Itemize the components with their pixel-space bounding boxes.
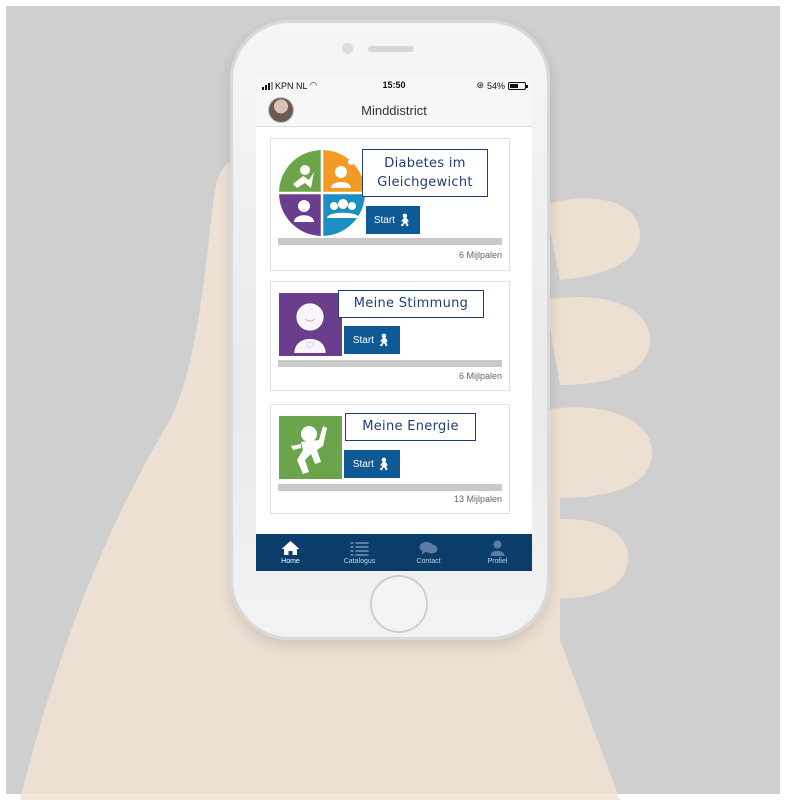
tab-catalogus[interactable]: Catalogus xyxy=(325,534,394,565)
list-icon xyxy=(350,542,369,556)
walking-person-icon: 🚶︎ xyxy=(396,213,413,227)
chat-icon xyxy=(419,542,438,555)
module-card-stimmung[interactable]: Meine Stimmung Start 🚶︎ 6 Mijlpalen xyxy=(270,281,510,391)
start-button[interactable]: Start 🚶︎ xyxy=(344,450,400,478)
user-icon xyxy=(490,540,505,556)
milestones-label: 6 Mijlpalen xyxy=(458,371,502,381)
diabetes-module-icon xyxy=(279,150,365,236)
start-label: Start xyxy=(352,334,374,346)
phone-screen: KPN NL ◠ 15:50 ⊛ 54% Minddistrict Diabet… xyxy=(256,76,532,571)
camera-icon xyxy=(342,43,353,54)
app-title: Minddistrict xyxy=(361,103,427,118)
module-title-line-2: Gleichgewicht xyxy=(377,175,473,190)
app-header: Minddistrict xyxy=(256,94,532,127)
speaker-grille xyxy=(368,46,414,52)
walking-person-icon: 🚶︎ xyxy=(375,333,392,347)
status-bar: KPN NL ◠ 15:50 ⊛ 54% xyxy=(256,76,532,94)
milestones-label: 6 Mijlpalen xyxy=(458,250,502,260)
mood-module-icon xyxy=(279,293,342,356)
start-label: Start xyxy=(373,214,395,226)
progress-bar xyxy=(278,360,502,367)
battery-percent: 54% xyxy=(486,80,505,91)
tab-label: Profiel xyxy=(487,558,508,565)
module-title-line-1: Diabetes im xyxy=(384,156,466,171)
bottom-tab-bar: Home Catalogus Contact Profiel xyxy=(256,534,532,571)
start-button[interactable]: Start 🚶︎ xyxy=(366,206,420,234)
tab-label: Catalogus xyxy=(343,558,376,565)
progress-bar xyxy=(278,484,502,491)
walking-person-icon: 🚶︎ xyxy=(375,457,392,471)
milestones-label: 13 Mijlpalen xyxy=(453,494,502,504)
status-right: ⊛ 54% xyxy=(476,80,528,91)
progress-bar xyxy=(278,238,502,245)
start-button[interactable]: Start 🚶︎ xyxy=(344,326,400,354)
tab-home[interactable]: Home xyxy=(256,534,325,565)
module-title: Meine Stimmung xyxy=(338,290,484,318)
module-card-energie[interactable]: Meine Energie Start 🚶︎ 13 Mijlpalen xyxy=(270,404,510,514)
module-card-diabetes[interactable]: Diabetes im Gleichgewicht Start 🚶︎ 6 Mij… xyxy=(270,138,510,271)
home-hardware-button[interactable] xyxy=(370,575,428,633)
orientation-lock-icon: ⊛ xyxy=(476,80,484,90)
module-title: Meine Energie xyxy=(345,413,476,441)
tab-label: Home xyxy=(281,558,300,565)
tab-profiel[interactable]: Profiel xyxy=(463,534,532,565)
battery-icon xyxy=(508,81,528,90)
home-icon xyxy=(281,541,300,555)
start-label: Start xyxy=(352,458,374,470)
tab-contact[interactable]: Contact xyxy=(394,534,463,565)
energy-module-icon xyxy=(279,416,342,479)
module-title: Diabetes im Gleichgewicht xyxy=(362,149,488,197)
tab-label: Contact xyxy=(416,558,441,565)
